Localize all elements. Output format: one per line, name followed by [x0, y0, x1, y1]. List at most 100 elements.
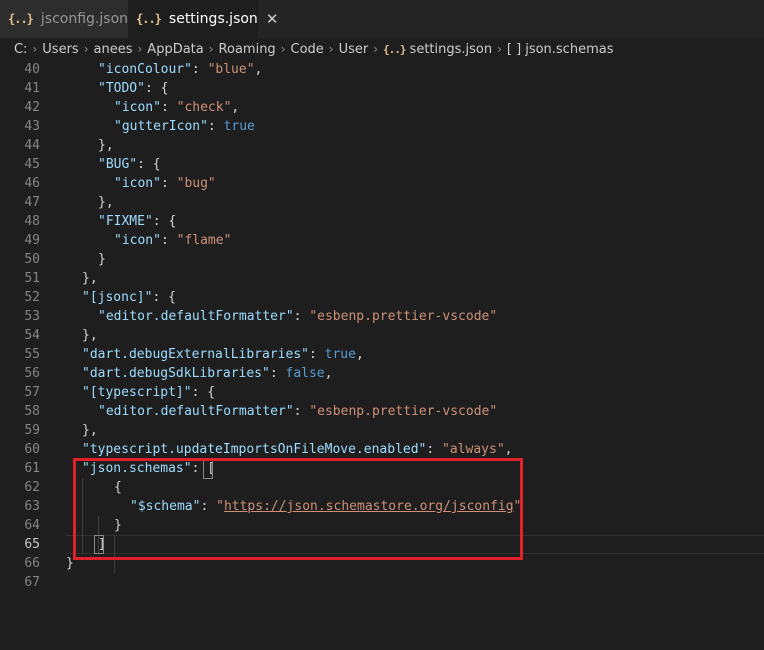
code-content: },: [82, 326, 98, 345]
code-token: :: [426, 442, 443, 457]
code-line[interactable]: 57 "[typescript]": {: [0, 383, 764, 402]
code-line[interactable]: 54},: [0, 326, 764, 345]
line-number: 44: [24, 138, 40, 153]
code-line[interactable]: 55 "dart.debugExternalLibraries": true,: [0, 345, 764, 364]
line-number: 63: [24, 499, 40, 514]
code-line[interactable]: 50}: [0, 250, 764, 269]
code-token: : {: [137, 157, 161, 172]
code-token: "typescript.updateImportsOnFileMove.enab…: [82, 442, 427, 457]
code-line[interactable]: 46 "icon": "bug": [0, 174, 764, 193]
line-number: 53: [24, 309, 40, 324]
code-token: : {: [191, 385, 216, 400]
code-token: "TODO": [98, 81, 145, 96]
code-token: "always": [442, 442, 505, 457]
line-number: 65: [24, 537, 40, 552]
code-line[interactable]: 49 "icon": "flame": [0, 231, 764, 250]
code-token: "iconColour": [98, 62, 192, 77]
code-line[interactable]: 45 "BUG": {: [0, 155, 764, 174]
chevron-right-icon: ›: [208, 42, 214, 56]
breadcrumb-item[interactable]: Code: [291, 42, 324, 57]
code-line[interactable]: 41 "TODO": {: [0, 79, 764, 98]
line-number: 52: [24, 290, 40, 305]
code-line[interactable]: 56 "dart.debugSdkLibraries": false,: [0, 364, 764, 383]
line-number: 47: [24, 195, 40, 210]
code-token: "flame": [176, 233, 232, 248]
code-token: "[typescript]": [82, 385, 192, 400]
code-token: "editor.defaultFormatter": [98, 404, 294, 419]
code-token: },: [82, 423, 98, 438]
breadcrumb-item[interactable]: User: [339, 42, 369, 57]
tab-settings[interactable]: {..} settings.json ✕: [128, 0, 278, 38]
code-token: ,: [504, 442, 513, 457]
code-token: },: [98, 195, 114, 210]
line-number: 67: [24, 575, 40, 590]
json-file-icon: {..}: [8, 12, 34, 26]
code-token: "icon": [114, 233, 161, 248]
line-number: 60: [24, 442, 40, 457]
breadcrumb-file[interactable]: settings.json: [410, 42, 493, 57]
code-line[interactable]: 40 "iconColour": "blue",: [0, 60, 764, 79]
chevron-right-icon: ›: [137, 42, 143, 56]
code-token: :: [160, 176, 177, 191]
json-file-icon: {..}: [383, 42, 406, 56]
code-token: "icon": [114, 100, 161, 115]
code-content: "icon": "flame": [114, 231, 231, 250]
line-number: 40: [24, 62, 40, 77]
code-token: : {: [144, 81, 169, 96]
breadcrumb-item[interactable]: Roaming: [219, 42, 276, 57]
chevron-right-icon: ›: [328, 42, 334, 56]
breadcrumb-symbol[interactable]: json.schemas: [525, 42, 613, 57]
code-content: "gutterIcon": true: [114, 117, 255, 136]
code-content: "[jsonc]": {: [82, 288, 176, 307]
line-number: 55: [24, 347, 40, 362]
code-content: }: [98, 250, 106, 269]
code-content: "editor.defaultFormatter": "esbenp.prett…: [98, 402, 497, 421]
tab-label: jsconfig.json: [40, 11, 129, 27]
code-token: :: [293, 309, 310, 324]
code-token: "check": [176, 100, 232, 115]
code-content: },: [98, 193, 114, 212]
line-number: 45: [24, 157, 40, 172]
code-token: false: [285, 366, 325, 381]
code-token: "esbenp.prettier-vscode": [309, 404, 498, 419]
code-content: "FIXME": {: [98, 212, 176, 231]
tab-jsconfig[interactable]: {..} jsconfig.json: [0, 0, 128, 38]
code-line[interactable]: 43 "gutterIcon": true: [0, 117, 764, 136]
breadcrumb-item[interactable]: C:: [14, 42, 27, 57]
code-line[interactable]: 59},: [0, 421, 764, 440]
code-line[interactable]: 53 "editor.defaultFormatter": "esbenp.pre…: [0, 307, 764, 326]
close-icon[interactable]: ✕: [266, 10, 279, 28]
code-token: "bug": [176, 176, 216, 191]
code-token: ,: [355, 347, 364, 362]
array-symbol-icon: [ ]: [506, 41, 522, 57]
chevron-right-icon: ›: [373, 42, 379, 56]
code-token: },: [82, 328, 98, 343]
code-content: },: [82, 421, 98, 440]
code-token: : {: [152, 214, 177, 229]
code-line[interactable]: 67: [0, 573, 764, 592]
tab-bar: {..} jsconfig.json {..} settings.json ✕: [0, 0, 764, 38]
breadcrumb-item[interactable]: anees: [94, 42, 133, 57]
code-token: "editor.defaultFormatter": [98, 309, 294, 324]
code-content: "TODO": {: [98, 79, 168, 98]
breadcrumb-item[interactable]: Users: [42, 42, 78, 57]
code-token: }: [98, 252, 106, 267]
code-line[interactable]: 52 "[jsonc]": {: [0, 288, 764, 307]
code-line[interactable]: 48 "FIXME": {: [0, 212, 764, 231]
code-line[interactable]: 42 "icon": "check",: [0, 98, 764, 117]
code-editor[interactable]: 40 "iconColour": "blue", 41 "TODO": {42 "ico…: [0, 60, 764, 650]
code-content: "typescript.updateImportsOnFileMove.enab…: [82, 440, 512, 459]
code-line[interactable]: 58 "editor.defaultFormatter": "esbenp.pre…: [0, 402, 764, 421]
code-token: : {: [152, 290, 176, 305]
code-token: "FIXME": [98, 214, 153, 229]
line-number: 61: [24, 461, 40, 476]
code-token: :: [160, 233, 177, 248]
tab-label: settings.json: [168, 11, 258, 27]
code-token: :: [308, 347, 325, 362]
breadcrumb-item[interactable]: AppData: [147, 42, 203, 57]
code-token: ,: [254, 62, 263, 77]
code-line[interactable]: 44},: [0, 136, 764, 155]
code-line[interactable]: 47},: [0, 193, 764, 212]
code-line[interactable]: 60 "typescript.updateImportsOnFileMove.en…: [0, 440, 764, 459]
code-line[interactable]: 51},: [0, 269, 764, 288]
